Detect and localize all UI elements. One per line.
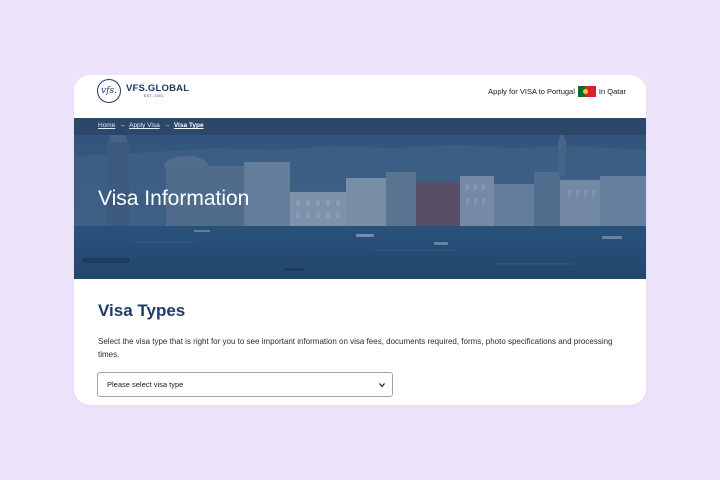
- country-text: In Qatar: [598, 87, 626, 96]
- logo-mark-text: vfs.: [101, 86, 117, 96]
- breadcrumb-links: Home → Apply Visa → Visa Type: [98, 122, 204, 129]
- apply-text: Apply for VISA to Portugal: [488, 87, 575, 96]
- visa-type-select[interactable]: Please select visa type: [97, 372, 393, 397]
- logo-established: EST. 2001: [144, 94, 164, 98]
- breadcrumb: Home → Apply Visa → Visa Type: [74, 118, 646, 135]
- breadcrumb-home-link[interactable]: Home: [98, 122, 115, 129]
- breadcrumb-apply-visa-link[interactable]: Apply Visa: [129, 122, 160, 129]
- section-title: Visa Types: [98, 301, 186, 320]
- logo-mark-icon: vfs.: [97, 79, 121, 103]
- vfs-global-logo[interactable]: vfs. VFS.GLOBAL EST. 2001: [97, 79, 189, 103]
- section-description: Select the visa type that is right for y…: [98, 337, 613, 359]
- chevron-down-icon: [379, 383, 385, 388]
- logo-text: VFS.GLOBAL EST. 2001: [126, 83, 189, 99]
- hero-banner: Home → Apply Visa → Visa Type Visa Infor…: [74, 118, 646, 279]
- apply-info: Apply for VISA to Portugal In Qatar: [488, 86, 626, 97]
- visa-type-select-value: Please select visa type: [107, 380, 184, 389]
- header: vfs. VFS.GLOBAL EST. 2001 Apply for VISA…: [74, 75, 646, 118]
- breadcrumb-separator-icon: →: [163, 122, 171, 129]
- breadcrumb-separator-icon: →: [119, 122, 126, 129]
- portugal-flag-icon: [577, 86, 596, 97]
- logo-name: VFS.GLOBAL: [126, 83, 190, 94]
- main-card: vfs. VFS.GLOBAL EST. 2001 Apply for VISA…: [74, 75, 646, 405]
- breadcrumb-current-link[interactable]: Visa Type: [174, 122, 204, 129]
- main-content: Visa Types Select the visa type that is …: [98, 301, 628, 361]
- page-title: Visa Information: [98, 187, 250, 210]
